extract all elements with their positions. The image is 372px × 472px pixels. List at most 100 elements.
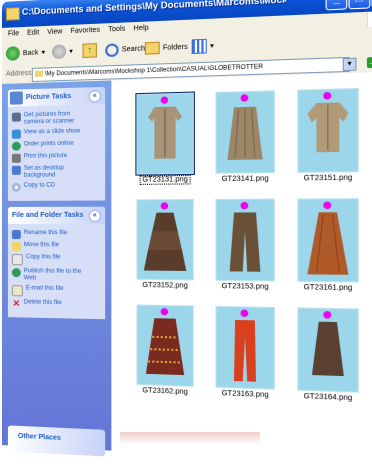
file-thumbnail[interactable]: GT23164.png xyxy=(288,307,368,403)
forward-button[interactable]: ▾ xyxy=(52,43,73,60)
file-name: GT23152.png xyxy=(142,282,188,290)
menu-view[interactable]: View xyxy=(47,28,62,36)
thumbnail-image[interactable] xyxy=(215,306,274,390)
copy-icon xyxy=(12,254,23,265)
file-thumbnail[interactable]: GT23163.png xyxy=(207,306,284,400)
menu-edit[interactable]: Edit xyxy=(27,29,39,37)
garment-image xyxy=(137,306,192,386)
task-label: Set as desktop background xyxy=(24,165,64,180)
folders-icon xyxy=(145,42,160,55)
menu-favorites[interactable]: Favorites xyxy=(70,27,100,35)
task-delete[interactable]: ✕Delete this file xyxy=(12,299,101,310)
task-print-picture[interactable]: Print this picture xyxy=(12,152,101,162)
task-label: Move this file xyxy=(24,242,59,249)
file-thumbnail[interactable]: GT23131.png xyxy=(128,92,202,184)
search-icon xyxy=(105,43,118,57)
go-arrow-icon: → xyxy=(367,57,372,68)
window-reflection xyxy=(120,432,260,445)
collapse-chevron-icon[interactable]: « xyxy=(89,90,101,103)
rename-icon xyxy=(12,230,21,239)
maximize-button[interactable]: □ xyxy=(348,0,370,9)
task-slide-show[interactable]: View as a slide show xyxy=(12,128,101,139)
garment-image xyxy=(217,307,274,389)
up-folder-button[interactable]: ↑ xyxy=(83,42,97,59)
back-arrow-icon xyxy=(6,46,20,61)
thumbnail-image[interactable] xyxy=(136,93,193,175)
menu-help[interactable]: Help xyxy=(134,25,149,33)
file-name: GT23151.png xyxy=(304,174,353,182)
file-thumbnail[interactable]: GT23151.png xyxy=(288,88,368,183)
file-tasks-panel: File and Folder Tasks « Rename this file… xyxy=(8,207,105,320)
printer-icon xyxy=(12,154,21,163)
back-button[interactable]: Back ▾ xyxy=(6,44,45,62)
globe-icon xyxy=(12,142,21,151)
file-thumbnail[interactable]: GT23153.png xyxy=(207,199,284,292)
marker-dot xyxy=(161,308,168,315)
file-thumbnail[interactable]: GT23152.png xyxy=(128,199,202,290)
move-icon xyxy=(12,242,21,251)
thumbnail-image[interactable] xyxy=(215,199,274,282)
collapse-chevron-icon[interactable]: « xyxy=(89,210,101,222)
garment-image xyxy=(217,200,274,281)
file-thumbnail[interactable]: GT23141.png xyxy=(207,90,284,183)
file-thumbnail[interactable]: GT23161.png xyxy=(288,198,368,292)
thumbnail-image[interactable] xyxy=(136,199,193,280)
window-title: C:\Documents and Settings\My Documents\M… xyxy=(22,0,286,17)
publish-icon xyxy=(12,268,21,277)
address-value: \My Documents\Marcoms\Mockshop 1\Collect… xyxy=(45,64,263,77)
task-copy-cd[interactable]: Copy to CD xyxy=(12,182,101,192)
task-label: Copy this file xyxy=(26,254,61,261)
task-label: Delete this file xyxy=(24,299,62,307)
thumbnail-image[interactable] xyxy=(136,304,193,386)
address-dropdown-icon[interactable]: ▼ xyxy=(343,58,357,71)
task-set-background[interactable]: Set as desktop background xyxy=(12,165,101,180)
marker-dot xyxy=(241,202,249,209)
garment-image xyxy=(298,89,357,172)
other-places-title: Other Places xyxy=(18,433,61,442)
garment-image xyxy=(298,308,357,391)
picture-tasks-icon xyxy=(10,91,23,104)
task-label: Print this picture xyxy=(24,153,67,161)
file-thumbnail[interactable]: GT23162.png xyxy=(128,304,202,396)
task-email[interactable]: E-mail this file xyxy=(12,285,101,298)
picture-tasks-header[interactable]: Picture Tasks « xyxy=(8,87,105,107)
file-name: GT23163.png xyxy=(222,390,269,399)
explorer-window: C:\Documents and Settings\My Documents\M… xyxy=(0,0,372,465)
task-move[interactable]: Move this file xyxy=(12,242,101,252)
thumbnail-image[interactable] xyxy=(297,198,359,282)
forward-arrow-icon xyxy=(52,44,66,59)
task-label: Rename this file xyxy=(24,230,67,237)
other-places-header[interactable]: Other Places xyxy=(8,425,105,456)
garment-image xyxy=(217,91,274,172)
chevron-down-icon: ▾ xyxy=(210,42,214,51)
search-button[interactable]: Search xyxy=(105,40,145,58)
task-rename[interactable]: Rename this file xyxy=(12,230,101,239)
up-folder-icon: ↑ xyxy=(83,43,97,58)
marker-dot xyxy=(241,309,249,317)
thumbnail-image[interactable] xyxy=(297,307,359,392)
menu-file[interactable]: File xyxy=(8,30,19,37)
task-pane: Picture Tasks « Get pictures from camera… xyxy=(2,81,111,451)
folder-icon xyxy=(6,7,20,21)
file-tasks-title: File and Folder Tasks xyxy=(12,212,84,219)
task-get-pictures[interactable]: Get pictures from camera or scanner xyxy=(12,110,101,126)
views-button[interactable]: ▾ xyxy=(192,37,214,55)
cd-icon xyxy=(12,183,21,192)
back-label: Back xyxy=(23,49,39,57)
folders-button[interactable]: Folders xyxy=(145,39,188,57)
thumbnail-image[interactable] xyxy=(215,90,274,173)
menu-tools[interactable]: Tools xyxy=(108,26,125,34)
file-name: GT23162.png xyxy=(142,387,188,396)
thumbnail-image[interactable] xyxy=(297,88,359,173)
file-tasks-header[interactable]: File and Folder Tasks « xyxy=(8,207,105,224)
go-button[interactable]: →Go xyxy=(367,56,372,68)
camera-icon xyxy=(12,112,21,121)
search-label: Search xyxy=(122,45,145,53)
task-order-prints[interactable]: Order prints online xyxy=(12,140,101,151)
minimize-button[interactable]: _ xyxy=(326,0,348,10)
garment-image xyxy=(137,94,192,174)
garment-image xyxy=(298,199,357,281)
task-publish[interactable]: Publish this file to the Web xyxy=(12,268,101,283)
task-copy[interactable]: Copy this file xyxy=(12,254,101,266)
file-name: GT23164.png xyxy=(304,393,353,402)
